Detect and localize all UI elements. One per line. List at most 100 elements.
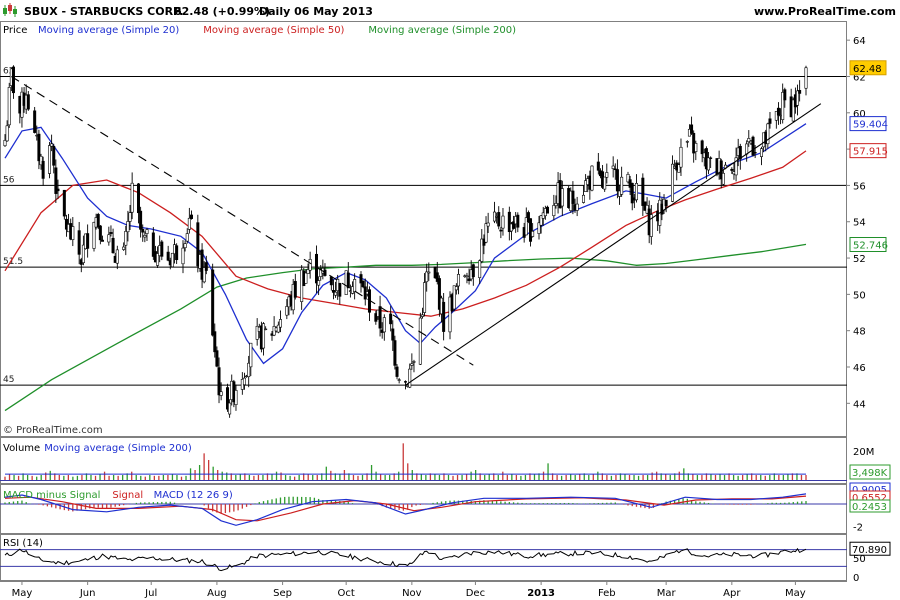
candle-body (215, 350, 219, 367)
price-tick-label: 48 (853, 327, 866, 338)
candle-body (382, 317, 386, 333)
rsi-line (4, 547, 807, 572)
candle-body (471, 264, 475, 278)
rsi-layer: 50070.890 (0, 541, 891, 584)
candle-body (425, 271, 429, 283)
candle-body (5, 125, 9, 142)
candle-body (278, 319, 282, 328)
candle-body (620, 176, 624, 195)
candle-body (707, 157, 711, 171)
candle-body (776, 107, 780, 116)
candle-body (160, 241, 164, 257)
ma-value-label: 52.746 (853, 241, 888, 252)
rsi-panel-frame (0, 534, 847, 581)
time-axis: May Jun Jul Aug Sep Oct Nov Dec 2013 Feb Mar Apr May (12, 581, 806, 599)
candle-body (185, 233, 189, 242)
price-tick-label: 44 (853, 399, 866, 410)
horizontal-level-label: 45 (3, 375, 14, 385)
candle-body (753, 152, 757, 154)
downtrend-line (11, 76, 474, 366)
candle-body (137, 183, 141, 214)
candle-body (304, 272, 308, 284)
price-tick-label: 50 (853, 290, 866, 301)
time-tick-label: May (785, 588, 806, 599)
price-tick-label: 64 (853, 36, 866, 47)
time-tick-label: Apr (723, 588, 741, 599)
candle-body (478, 260, 482, 278)
candle-body (378, 306, 382, 329)
time-tick-label: Mar (657, 588, 677, 599)
legend-entry: Price (3, 25, 27, 36)
time-tick-label: Jul (144, 588, 157, 599)
candle-body (709, 157, 713, 159)
watermark: © ProRealTime.com (3, 425, 103, 436)
legend-entry: Moving average (Simple 20) (38, 25, 179, 36)
candle-body (361, 280, 365, 288)
candle-body (219, 391, 223, 396)
candle-body (26, 94, 30, 110)
candle-body (486, 222, 490, 227)
uptrend-line (405, 103, 822, 386)
candle-body (41, 160, 45, 179)
candle-body (408, 368, 412, 388)
candle-body (700, 140, 704, 155)
candle-body (798, 90, 802, 94)
rsi-tick-label: 0 (853, 573, 859, 584)
volume-ma-label: 3,498K (852, 468, 888, 479)
candle-body (143, 235, 147, 238)
price-axis: 444648505254565860626462.4859.40457.9155… (846, 36, 888, 410)
candle-body (128, 212, 132, 222)
candle-body (329, 276, 333, 286)
legend-entry: Volume (3, 443, 40, 454)
candle-body (403, 381, 407, 383)
macd-tick-label: -2 (853, 522, 863, 533)
candle-body (605, 172, 609, 178)
candle-body (545, 206, 549, 214)
candle-body (454, 286, 458, 291)
candle-body (427, 271, 431, 274)
time-tick-label: Nov (402, 588, 422, 599)
candle-body (664, 199, 668, 207)
website-label[interactable]: www.ProRealTime.com (754, 5, 896, 18)
candle-body (670, 163, 674, 202)
time-tick-label: Oct (338, 588, 355, 599)
candle-body (285, 306, 289, 316)
legend-entry: MACD minus Signal (3, 490, 100, 501)
candle-body (634, 183, 638, 201)
candle-body (395, 366, 399, 377)
candle-body (497, 212, 501, 227)
candle-body (603, 176, 607, 190)
candle-body (804, 67, 808, 89)
candle-body (107, 234, 111, 243)
candle-body (50, 143, 54, 147)
candle-body (141, 228, 145, 233)
candle-body (442, 301, 446, 332)
candle-body (183, 243, 187, 249)
candle-body (242, 377, 246, 386)
candle-body (334, 291, 338, 296)
candle-body (228, 402, 232, 415)
candle-body (7, 87, 11, 126)
title-bar: SBUX - STARBUCKS CORP. 62.48 (+0.99%) Da… (3, 3, 896, 18)
legend-entry: Moving average (Simple 200) (44, 443, 192, 454)
candle-body (730, 168, 734, 171)
candle-body (571, 190, 575, 204)
candle-body (170, 252, 174, 268)
candle-body (596, 161, 600, 171)
candle-body (77, 230, 81, 255)
candle-body (317, 280, 321, 286)
candle-body (187, 217, 191, 230)
time-tick-label: Jun (79, 588, 96, 599)
candle-body (122, 246, 126, 250)
candle-body (98, 225, 102, 241)
candle-body (262, 323, 266, 349)
candle-body (264, 328, 268, 331)
candle-body (516, 214, 520, 228)
candle-body (217, 367, 221, 396)
legend-entry: MACD (12 26 9) (154, 490, 233, 501)
candlestick-chart-icon (3, 3, 17, 17)
time-tick-label: May (12, 588, 33, 599)
candle-body (581, 194, 585, 203)
candle-body (52, 146, 56, 166)
candle-body (308, 259, 312, 271)
